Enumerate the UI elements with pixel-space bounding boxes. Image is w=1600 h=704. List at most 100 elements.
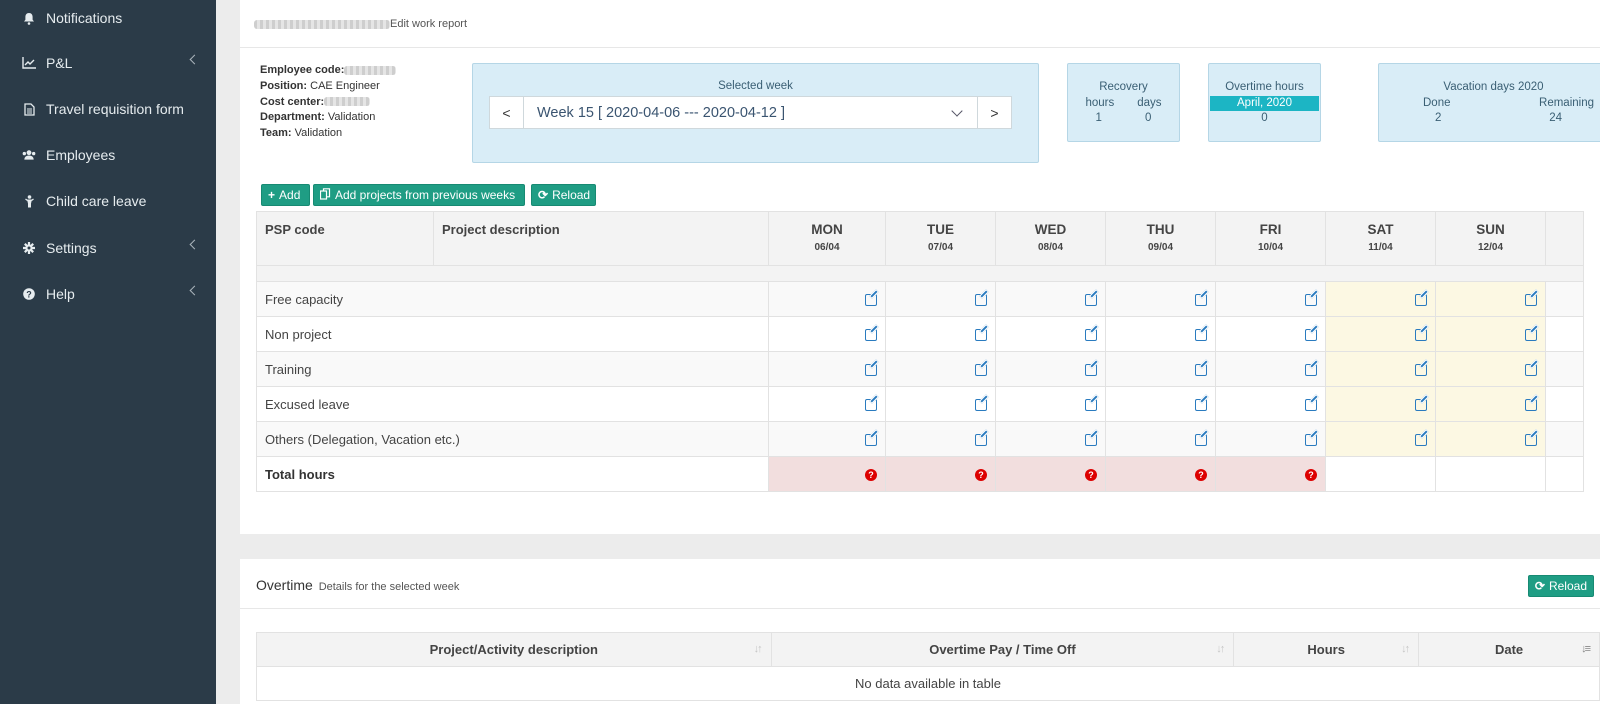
- edit-icon[interactable]: [1305, 399, 1317, 412]
- next-week-button[interactable]: >: [978, 97, 1011, 128]
- recovery-title: Recovery: [1099, 81, 1148, 93]
- hours-cell: [995, 316, 1106, 352]
- edit-icon[interactable]: [1415, 399, 1427, 412]
- sidebar-item-label: Travel requisition form: [46, 101, 184, 117]
- edit-icon[interactable]: [975, 434, 987, 447]
- edit-icon[interactable]: [975, 399, 987, 412]
- hours-cell: [885, 386, 996, 422]
- col-overtime-pay[interactable]: Overtime Pay / Time Off ↓↑: [770, 632, 1235, 667]
- sidebar-item-settings[interactable]: Settings: [0, 226, 216, 270]
- hours-cell: [1105, 316, 1216, 352]
- hours-cell: [995, 351, 1106, 387]
- hours-cell: [768, 281, 886, 317]
- sidebar-item-employees[interactable]: Employees: [0, 133, 216, 177]
- edit-icon[interactable]: [1195, 329, 1207, 342]
- edit-icon[interactable]: [1415, 294, 1427, 307]
- chevron-down-icon: [951, 105, 963, 117]
- refresh-icon: ⟳: [538, 188, 549, 202]
- total-cell-missing: ?: [1105, 456, 1216, 492]
- overtime-reload-button[interactable]: ⟳ Reload: [1527, 575, 1594, 597]
- col-day-fri: FRI 10/04: [1215, 211, 1326, 266]
- timesheet-row: Free capacity: [256, 281, 1584, 317]
- spacer-row: [256, 265, 1584, 282]
- hours-cell: [1215, 281, 1326, 317]
- employee-code-label: Employee code:: [260, 64, 345, 76]
- add-button[interactable]: + Add: [261, 184, 310, 206]
- col-extra: [1545, 211, 1584, 266]
- hours-cell: [768, 316, 886, 352]
- row-label: Others (Delegation, Vacation etc.): [256, 421, 769, 457]
- edit-icon[interactable]: [865, 399, 877, 412]
- document-icon: [22, 102, 36, 116]
- edit-icon[interactable]: [865, 294, 877, 307]
- edit-icon[interactable]: [1525, 294, 1537, 307]
- week-dropdown[interactable]: Week 15 [ 2020-04-06 --- 2020-04-12 ]: [523, 97, 978, 128]
- edit-icon[interactable]: [865, 434, 877, 447]
- sidebar-item-travel-requisition[interactable]: Travel requisition form: [0, 87, 216, 131]
- edit-icon[interactable]: [1305, 434, 1317, 447]
- edit-icon[interactable]: [1085, 364, 1097, 377]
- add-projects-previous-weeks-button[interactable]: Add projects from previous weeks: [313, 184, 525, 206]
- vacation-done-label: Done: [1423, 96, 1451, 109]
- work-report-panel: Edit work report Employee code: Position…: [240, 0, 1600, 534]
- col-project-description: Project description: [433, 211, 769, 266]
- warning-question-icon: ?: [865, 469, 877, 482]
- hours-cell: [1435, 386, 1546, 422]
- sidebar-item-child-care-leave[interactable]: Child care leave: [0, 179, 216, 223]
- warning-question-icon: ?: [1305, 469, 1317, 482]
- edit-icon[interactable]: [1085, 294, 1097, 307]
- col-day-tue: TUE 07/04: [885, 211, 996, 266]
- col-day-sun: SUN 12/04: [1435, 211, 1546, 266]
- week-selector: < Week 15 [ 2020-04-06 --- 2020-04-12 ] …: [489, 96, 1012, 129]
- edit-icon[interactable]: [865, 329, 877, 342]
- hours-cell: [1105, 351, 1216, 387]
- hours-cell: [1325, 421, 1436, 457]
- hours-cell: [1325, 351, 1436, 387]
- edit-icon[interactable]: [865, 364, 877, 377]
- total-cell: [1325, 456, 1436, 492]
- edit-icon[interactable]: [975, 364, 987, 377]
- reload-button[interactable]: ⟳ Reload: [531, 184, 596, 206]
- edit-icon[interactable]: [975, 329, 987, 342]
- timesheet-row: Non project: [256, 316, 1584, 352]
- team-value: Validation: [294, 127, 343, 140]
- col-date[interactable]: Date ↓≡: [1418, 632, 1600, 667]
- edit-icon[interactable]: [1195, 434, 1207, 447]
- edit-icon[interactable]: [1415, 329, 1427, 342]
- divider: [240, 47, 1600, 48]
- edit-icon[interactable]: [1305, 294, 1317, 307]
- employee-info: Employee code: Position: CAE Engineer Co…: [260, 63, 397, 142]
- hours-cell: [1105, 281, 1216, 317]
- extra-cell: [1545, 316, 1584, 352]
- edit-icon[interactable]: [1085, 434, 1097, 447]
- col-project-activity[interactable]: Project/Activity description ↓↑: [256, 632, 772, 667]
- edit-icon[interactable]: [1525, 399, 1537, 412]
- edit-icon[interactable]: [1525, 329, 1537, 342]
- divider: [240, 608, 1600, 609]
- chevron-left-icon: [189, 54, 200, 65]
- total-cell-missing: ?: [995, 456, 1106, 492]
- total-cell-missing: ?: [1215, 456, 1326, 492]
- edit-icon[interactable]: [1305, 364, 1317, 377]
- edit-icon[interactable]: [1085, 399, 1097, 412]
- edit-icon[interactable]: [1525, 434, 1537, 447]
- edit-icon[interactable]: [975, 294, 987, 307]
- edit-icon[interactable]: [1415, 364, 1427, 377]
- col-psp-code: PSP code: [256, 211, 434, 266]
- edit-icon[interactable]: [1305, 329, 1317, 342]
- edit-icon[interactable]: [1415, 434, 1427, 447]
- prev-week-button[interactable]: <: [490, 97, 523, 128]
- edit-icon[interactable]: [1525, 364, 1537, 377]
- sidebar-item-notifications[interactable]: Notifications: [0, 0, 216, 40]
- col-hours[interactable]: Hours ↓↑: [1233, 632, 1420, 667]
- sidebar-item-help[interactable]: ? Help: [0, 272, 216, 316]
- extra-cell: [1545, 456, 1584, 492]
- edit-icon[interactable]: [1195, 399, 1207, 412]
- timesheet-row: Training: [256, 351, 1584, 387]
- selected-week-label: Selected week: [718, 80, 793, 92]
- edit-icon[interactable]: [1085, 329, 1097, 342]
- edit-icon[interactable]: [1195, 294, 1207, 307]
- total-hours-label: Total hours: [256, 456, 769, 492]
- edit-icon[interactable]: [1195, 364, 1207, 377]
- sidebar-item-pl[interactable]: P&L: [0, 41, 216, 85]
